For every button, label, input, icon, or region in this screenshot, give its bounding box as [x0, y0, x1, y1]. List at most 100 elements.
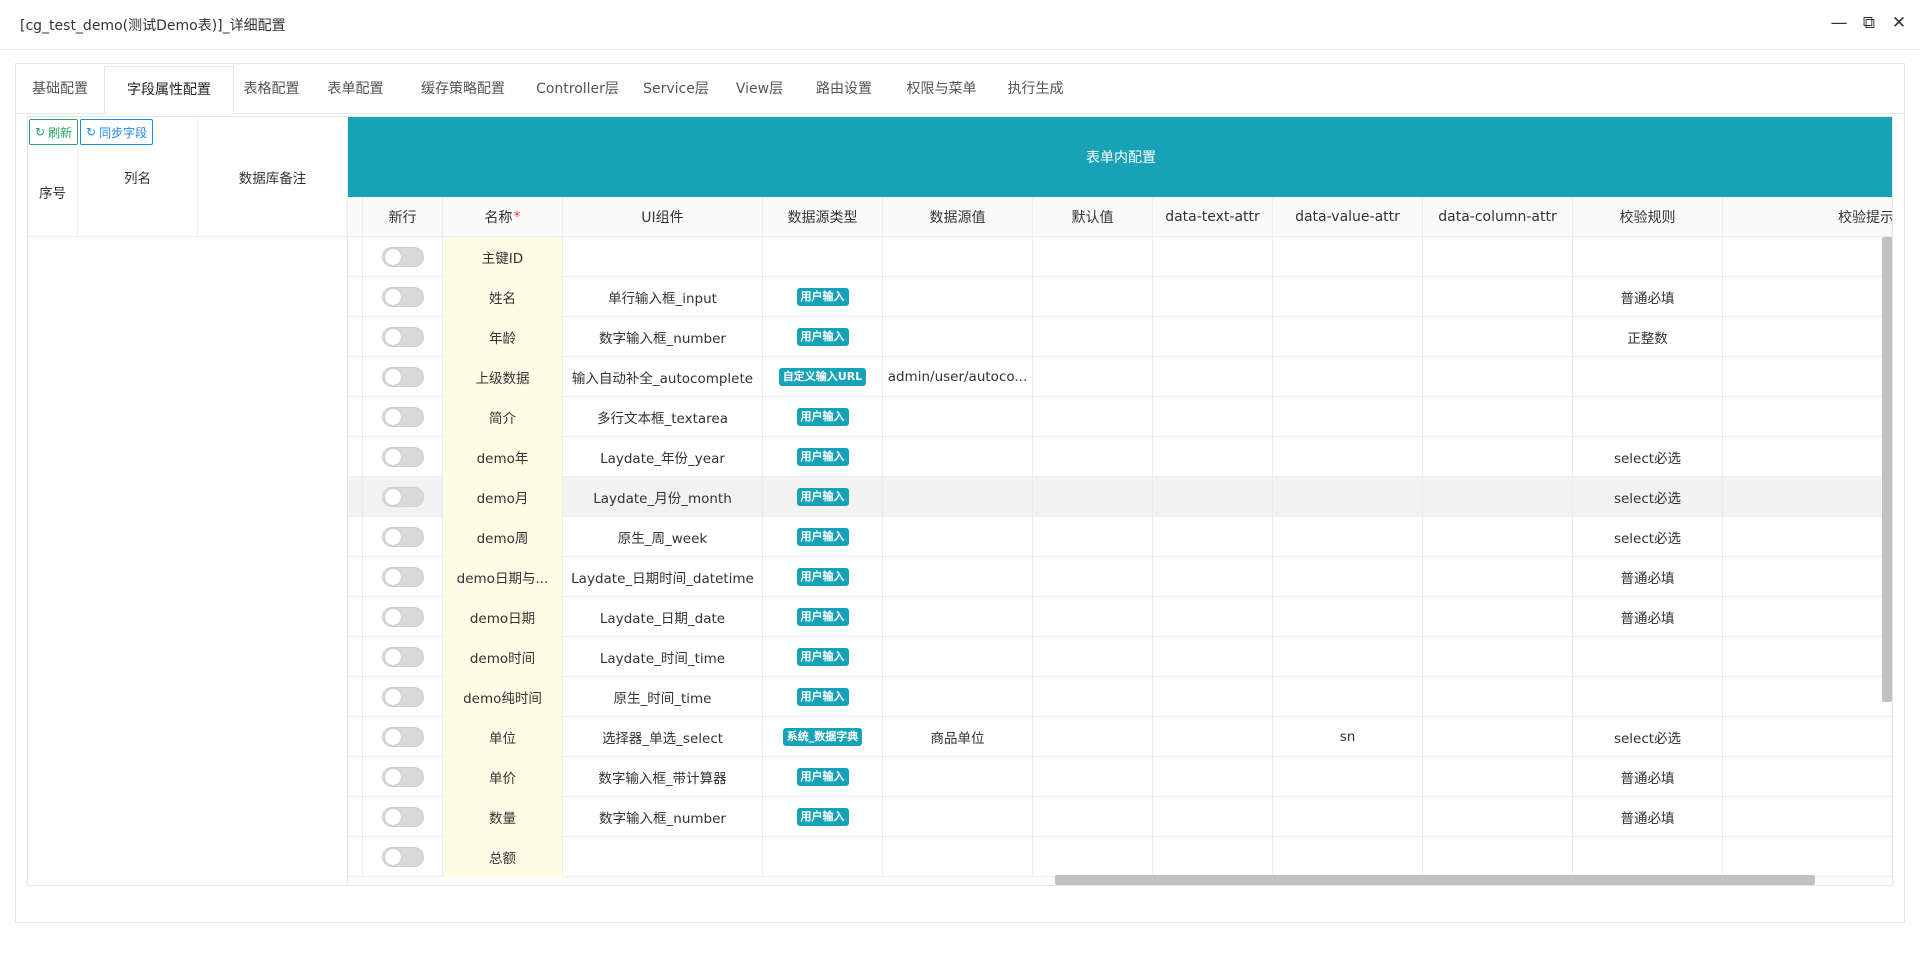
- cell-value-attr[interactable]: [1273, 597, 1423, 637]
- cell-text-attr[interactable]: [1153, 357, 1273, 397]
- tab-8[interactable]: 路由设置: [798, 66, 890, 114]
- cell-validate[interactable]: [1573, 837, 1723, 877]
- cell-name[interactable]: demo日期: [443, 597, 563, 637]
- cell-ui[interactable]: 数字输入框_number: [563, 797, 763, 837]
- cell-ds-type[interactable]: 用户输入: [763, 397, 883, 437]
- cell-validate-tip[interactable]: [1723, 317, 1892, 357]
- cell-text-attr[interactable]: [1153, 557, 1273, 597]
- newline-toggle[interactable]: [381, 607, 424, 627]
- cell-spacer[interactable]: [348, 797, 363, 837]
- cell-name[interactable]: 年龄: [443, 317, 563, 357]
- cell-default[interactable]: [1033, 757, 1153, 797]
- cell-ds-value[interactable]: [883, 277, 1033, 317]
- cell-name[interactable]: demo纯时间: [443, 677, 563, 717]
- cell-name[interactable]: 总额: [443, 837, 563, 877]
- cell-value-attr[interactable]: [1273, 797, 1423, 837]
- cell-ds-value[interactable]: [883, 677, 1033, 717]
- refresh-button[interactable]: ↻ 刷新: [29, 119, 79, 145]
- cell-spacer[interactable]: [348, 637, 363, 677]
- cell-validate-tip[interactable]: [1723, 757, 1892, 797]
- tab-7[interactable]: View层: [721, 66, 798, 114]
- cell-text-attr[interactable]: [1153, 837, 1273, 877]
- cell-ds-value[interactable]: [883, 837, 1033, 877]
- tab-1[interactable]: 字段属性配置: [104, 66, 234, 115]
- cell-ui[interactable]: [563, 837, 763, 877]
- cell-ds-value[interactable]: 商品单位: [883, 717, 1033, 757]
- cell-validate[interactable]: [1573, 637, 1723, 677]
- cell-ui[interactable]: 输入自动补全_autocomplete: [563, 357, 763, 397]
- cell-validate[interactable]: select必选: [1573, 717, 1723, 757]
- cell-value-attr[interactable]: [1273, 677, 1423, 717]
- cell-ds-type[interactable]: 用户输入: [763, 797, 883, 837]
- cell-spacer[interactable]: [348, 597, 363, 637]
- cell-name[interactable]: 姓名: [443, 277, 563, 317]
- cell-ui[interactable]: 数字输入框_number: [563, 317, 763, 357]
- vertical-scrollbar[interactable]: [1882, 237, 1892, 702]
- cell-ui[interactable]: [563, 237, 763, 277]
- cell-ui[interactable]: Laydate_日期_date: [563, 597, 763, 637]
- cell-column-attr[interactable]: [1423, 597, 1573, 637]
- cell-validate[interactable]: 普通必填: [1573, 597, 1723, 637]
- cell-ds-type[interactable]: 用户输入: [763, 597, 883, 637]
- newline-toggle[interactable]: [381, 487, 424, 507]
- cell-ds-value[interactable]: [883, 597, 1033, 637]
- cell-spacer[interactable]: [348, 437, 363, 477]
- cell-value-attr[interactable]: [1273, 237, 1423, 277]
- cell-value-attr[interactable]: [1273, 477, 1423, 517]
- cell-ds-type[interactable]: 用户输入: [763, 517, 883, 557]
- cell-ds-type[interactable]: 用户输入: [763, 637, 883, 677]
- cell-default[interactable]: [1033, 357, 1153, 397]
- cell-ds-type[interactable]: 用户输入: [763, 557, 883, 597]
- cell-validate[interactable]: [1573, 677, 1723, 717]
- cell-validate-tip[interactable]: [1723, 557, 1892, 597]
- newline-toggle[interactable]: [381, 847, 424, 867]
- cell-validate[interactable]: 普通必填: [1573, 557, 1723, 597]
- cell-ui[interactable]: 数字输入框_带计算器: [563, 757, 763, 797]
- cell-column-attr[interactable]: [1423, 357, 1573, 397]
- cell-validate-tip[interactable]: [1723, 717, 1892, 757]
- cell-spacer[interactable]: [348, 517, 363, 557]
- cell-ds-value[interactable]: [883, 477, 1033, 517]
- cell-text-attr[interactable]: [1153, 397, 1273, 437]
- cell-ui[interactable]: 单行输入框_input: [563, 277, 763, 317]
- cell-default[interactable]: [1033, 637, 1153, 677]
- cell-spacer[interactable]: [348, 557, 363, 597]
- newline-toggle[interactable]: [381, 767, 424, 787]
- cell-value-attr[interactable]: [1273, 317, 1423, 357]
- cell-spacer[interactable]: [348, 477, 363, 517]
- cell-validate[interactable]: [1573, 397, 1723, 437]
- cell-name[interactable]: 单价: [443, 757, 563, 797]
- cell-ui[interactable]: 选择器_单选_select: [563, 717, 763, 757]
- cell-default[interactable]: [1033, 437, 1153, 477]
- cell-ds-value[interactable]: admin/user/autoco...: [883, 357, 1033, 397]
- cell-column-attr[interactable]: [1423, 637, 1573, 677]
- cell-value-attr[interactable]: [1273, 437, 1423, 477]
- cell-default[interactable]: [1033, 797, 1153, 837]
- cell-ds-value[interactable]: [883, 517, 1033, 557]
- cell-validate[interactable]: [1573, 237, 1723, 277]
- cell-ds-value[interactable]: [883, 317, 1033, 357]
- tab-3[interactable]: 表单配置: [309, 66, 402, 114]
- cell-validate-tip[interactable]: [1723, 237, 1892, 277]
- cell-column-attr[interactable]: [1423, 477, 1573, 517]
- cell-column-attr[interactable]: [1423, 437, 1573, 477]
- cell-default[interactable]: [1033, 477, 1153, 517]
- cell-column-attr[interactable]: [1423, 517, 1573, 557]
- newline-toggle[interactable]: [381, 687, 424, 707]
- cell-text-attr[interactable]: [1153, 597, 1273, 637]
- newline-toggle[interactable]: [381, 367, 424, 387]
- cell-validate-tip[interactable]: [1723, 677, 1892, 717]
- cell-ds-type[interactable]: 用户输入: [763, 277, 883, 317]
- cell-validate[interactable]: 普通必填: [1573, 277, 1723, 317]
- tab-9[interactable]: 权限与菜单: [890, 66, 993, 114]
- cell-spacer[interactable]: [348, 277, 363, 317]
- cell-spacer[interactable]: [348, 237, 363, 277]
- cell-name[interactable]: 单位: [443, 717, 563, 757]
- tab-0[interactable]: 基础配置: [16, 66, 104, 114]
- cell-default[interactable]: [1033, 557, 1153, 597]
- cell-ds-type[interactable]: 用户输入: [763, 757, 883, 797]
- newline-toggle[interactable]: [381, 327, 424, 347]
- cell-validate-tip[interactable]: [1723, 437, 1892, 477]
- cell-validate-tip[interactable]: [1723, 397, 1892, 437]
- tab-4[interactable]: 缓存策略配置: [402, 66, 524, 114]
